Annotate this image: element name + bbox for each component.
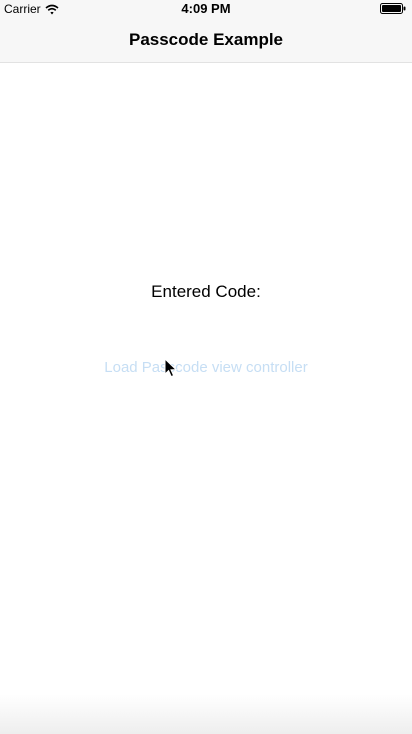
mouse-pointer-icon	[164, 358, 178, 378]
navigation-bar: Passcode Example	[0, 18, 412, 63]
nav-title: Passcode Example	[128, 30, 284, 49]
load-passcode-button[interactable]: Load Passcode view controller	[96, 354, 316, 380]
app-screen: Carrier 4:09 PM Passcode Example Entered…	[0, 0, 412, 734]
status-bar: Carrier 4:09 PM	[0, 0, 412, 18]
battery-icon	[380, 3, 406, 14]
bottom-toolbar-fade	[0, 694, 412, 734]
entered-code-label: Entered Code:	[151, 282, 261, 301]
status-time: 4:09 PM	[181, 1, 231, 16]
